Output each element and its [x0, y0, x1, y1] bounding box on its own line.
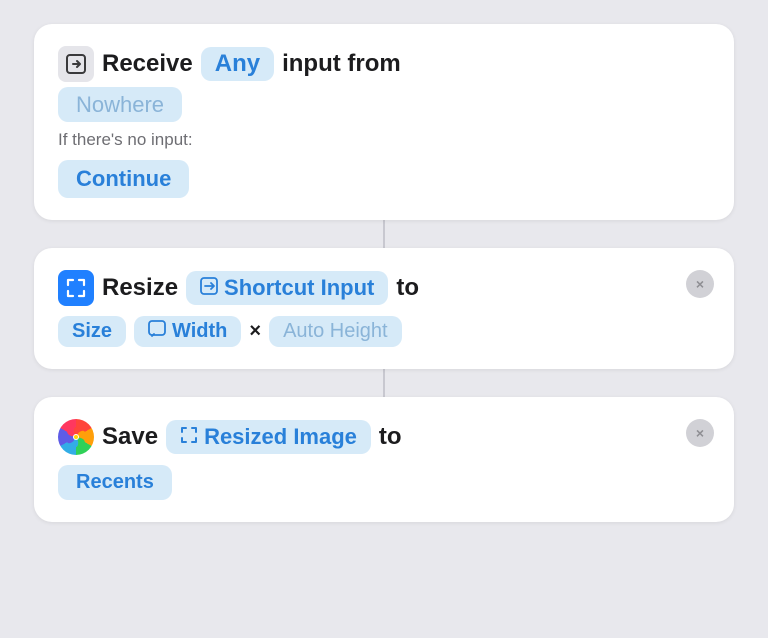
badge-autoheight[interactable]: Auto Height [269, 316, 402, 347]
badge-nowhere[interactable]: Nowhere [58, 87, 182, 122]
save-prefix: Save [102, 423, 158, 451]
resized-image-label: Resized Image [204, 424, 357, 450]
save-line1: Save Resized Image to [58, 419, 710, 455]
connector-2 [383, 369, 385, 397]
chat-icon [148, 320, 166, 343]
times-symbol: × [249, 320, 261, 343]
badge-resized-image[interactable]: Resized Image [166, 420, 371, 454]
resize-card[interactable]: × Resize Shortcut Input to Size [34, 248, 734, 369]
width-label: Width [172, 320, 227, 343]
nowhere-line: Nowhere [58, 92, 710, 118]
shortcut-input-label: Shortcut Input [224, 275, 374, 301]
receive-prefix: Receive [102, 50, 193, 78]
save-line2: Recents [58, 465, 710, 500]
conditional-text: If there's no input: [58, 130, 710, 150]
resize-to: to [396, 274, 419, 302]
receive-card[interactable]: Receive Any input from Nowhere If there'… [34, 24, 734, 220]
connector-1 [383, 220, 385, 248]
badge-any[interactable]: Any [201, 47, 274, 81]
resize-prefix: Resize [102, 274, 178, 302]
save-to: to [379, 423, 402, 451]
resized-icon [180, 426, 198, 449]
badge-recents[interactable]: Recents [58, 465, 172, 500]
shortcut-input-icon [200, 277, 218, 300]
receive-icon [58, 46, 94, 82]
badge-continue[interactable]: Continue [58, 160, 189, 198]
close-save-button[interactable]: × [686, 419, 714, 447]
badge-width[interactable]: Width [134, 316, 241, 347]
resize-icon [58, 270, 94, 306]
badge-size[interactable]: Size [58, 316, 126, 347]
photos-icon [58, 419, 94, 455]
save-card[interactable]: × Save Resized Image [34, 397, 734, 522]
receive-suffix: input from [282, 50, 401, 78]
resize-line2: Size Width × Auto Height [58, 316, 710, 347]
continue-line: Continue [58, 160, 710, 198]
receive-line1: Receive Any input from [58, 46, 710, 82]
badge-shortcut-input[interactable]: Shortcut Input [186, 271, 388, 305]
resize-line1: Resize Shortcut Input to [58, 270, 710, 306]
close-resize-button[interactable]: × [686, 270, 714, 298]
